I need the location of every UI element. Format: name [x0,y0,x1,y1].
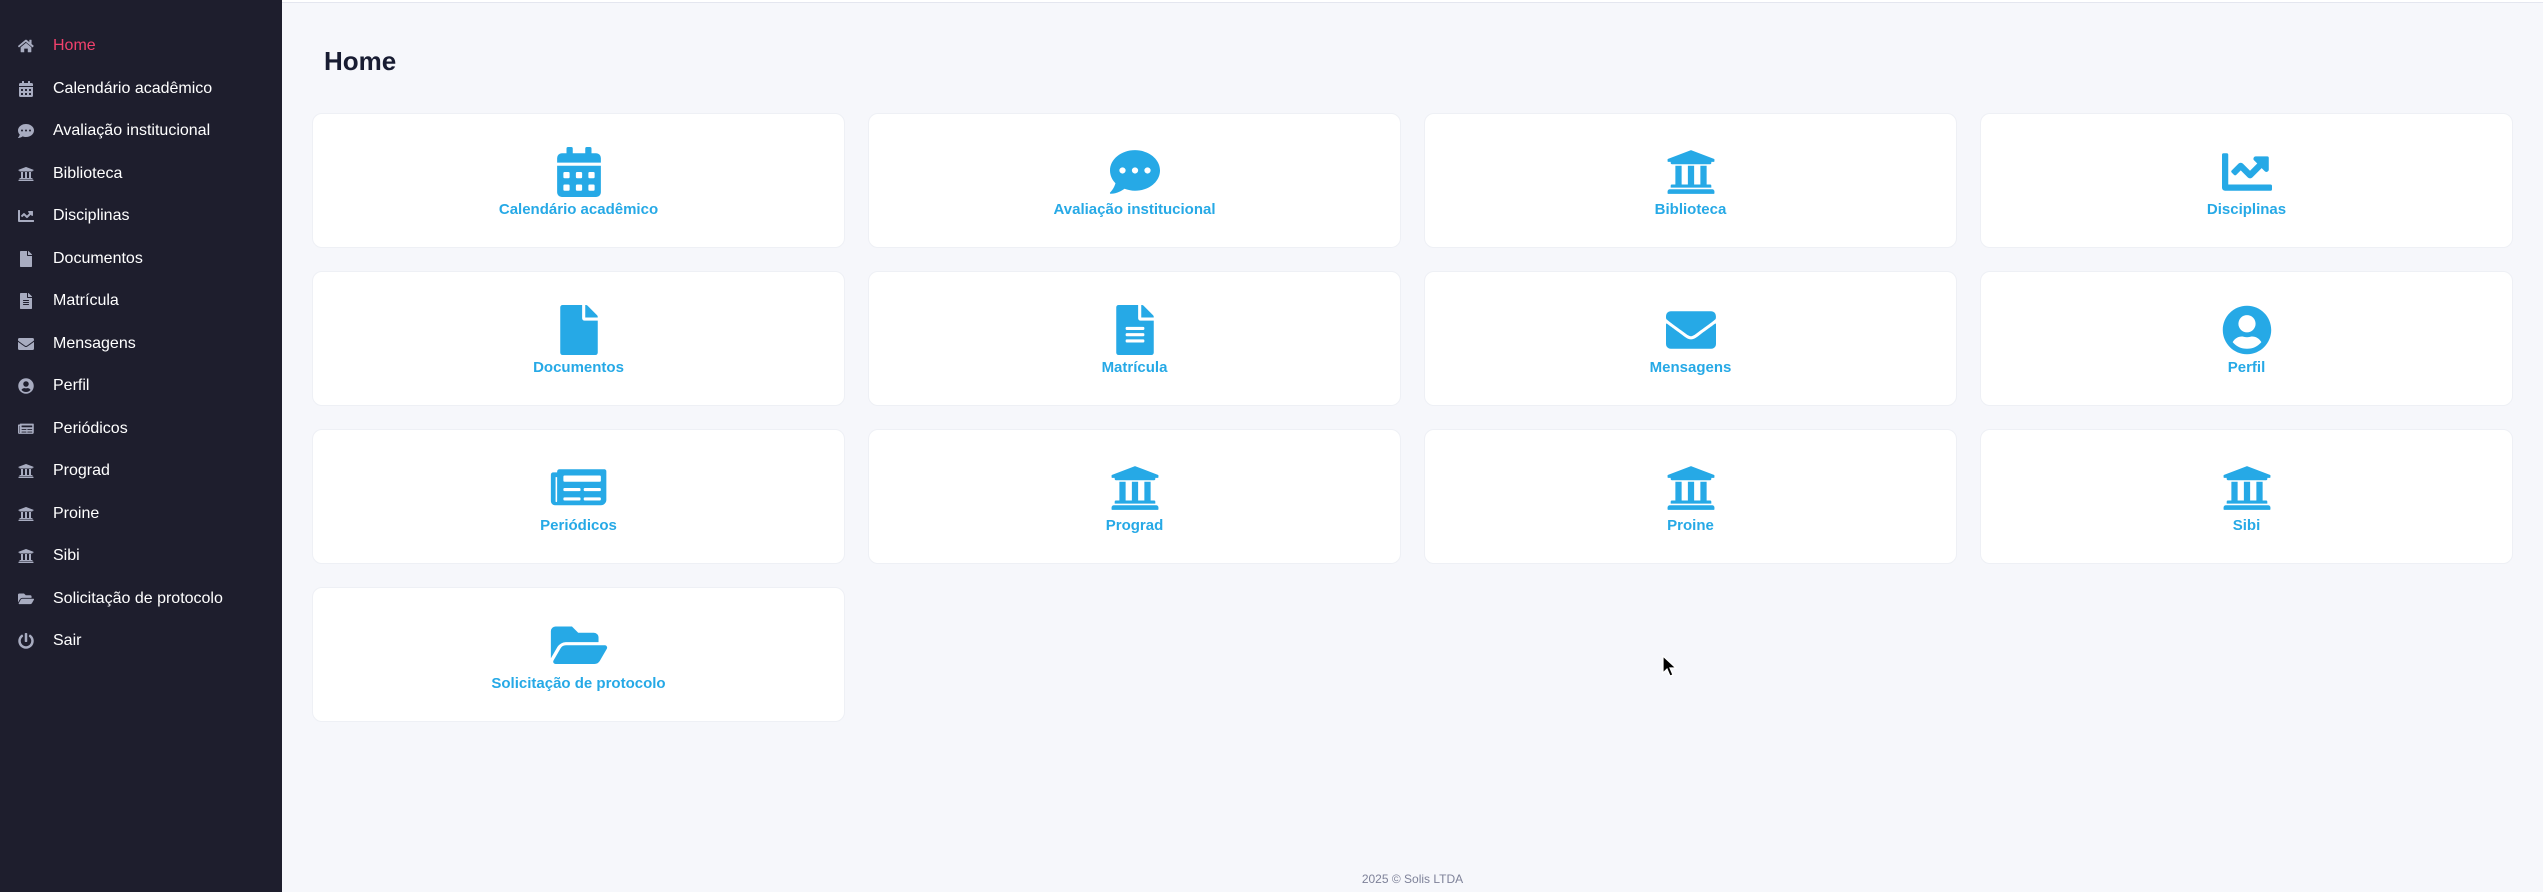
sidebar-item-label: Avaliação institucional [53,122,211,140]
home-icon [17,37,35,55]
shortcut-grid: Calendário acadêmico Avaliação institucio… [312,113,2513,722]
card-label: Matrícula [1101,359,1168,376]
sidebar-item-solicitacao-de-protocolo[interactable]: Solicitação de protocolo [0,578,282,621]
file-icon [550,305,608,355]
shortcut-card-biblioteca[interactable]: Biblioteca [1424,113,1957,248]
chart-line-icon [17,207,35,225]
sidebar-item-matricula[interactable]: Matrícula [0,280,282,323]
envelope-icon [17,335,35,353]
mouse-cursor-icon [1662,655,1678,677]
envelope-icon [1662,305,1720,355]
card-label: Solicitação de protocolo [491,675,666,692]
shortcut-card-periodicos[interactable]: Periódicos [312,429,845,564]
sidebar-item-label: Calendário acadêmico [53,79,213,97]
sidebar-item-label: Perfil [53,377,90,395]
card-label: Proine [1667,517,1714,534]
comments-icon [1106,147,1164,197]
shortcut-card-proine[interactable]: Proine [1424,429,1957,564]
sidebar-item-prograd[interactable]: Prograd [0,450,282,493]
sidebar-item-label: Solicitação de protocolo [53,589,223,607]
sidebar-item-home[interactable]: Home [0,25,282,68]
sidebar-item-perfil[interactable]: Perfil [0,365,282,408]
sidebar-item-documentos[interactable]: Documentos [0,238,282,281]
sidebar-item-disciplinas[interactable]: Disciplinas [0,195,282,238]
sidebar-item-label: Periódicos [53,419,128,437]
file-icon [17,250,35,268]
sidebar-item-label: Documentos [53,249,143,267]
card-label: Mensagens [1649,359,1732,376]
sidebar-item-label: Prograd [53,462,110,480]
shortcut-card-calendario-academico[interactable]: Calendário acadêmico [312,113,845,248]
shortcut-card-avaliacao-institucional[interactable]: Avaliação institucional [868,113,1401,248]
comments-icon [17,122,35,140]
card-label: Biblioteca [1654,201,1727,218]
bank-icon [17,547,35,565]
sidebar-item-label: Home [53,37,96,55]
calendar-icon [550,147,608,197]
shortcut-card-sibi[interactable]: Sibi [1980,429,2513,564]
power-icon [17,632,35,650]
sidebar-item-label: Mensagens [53,334,136,352]
newspaper-icon [550,463,608,513]
chart-line-icon [2218,147,2276,197]
bank-icon [1662,463,1720,513]
folder-open-icon [550,621,608,671]
sidebar-item-label: Proine [53,504,100,522]
bank-icon [17,462,35,480]
shortcut-card-disciplinas[interactable]: Disciplinas [1980,113,2513,248]
shortcut-card-perfil[interactable]: Perfil [1980,271,2513,406]
sidebar-item-avaliacao-institucional[interactable]: Avaliação institucional [0,110,282,153]
user-circle-icon [2218,305,2276,355]
bank-icon [17,505,35,523]
sidebar-item-periodicos[interactable]: Periódicos [0,408,282,451]
sidebar-item-proine[interactable]: Proine [0,493,282,536]
shortcut-card-matricula[interactable]: Matrícula [868,271,1401,406]
file-alt-icon [1106,305,1164,355]
file-alt-icon [17,292,35,310]
card-label: Periódicos [540,517,617,534]
shortcut-card-prograd[interactable]: Prograd [868,429,1401,564]
sidebar-item-label: Sair [53,632,82,650]
main-content: Home Calendário acadêmico Avaliação insti… [282,0,2543,892]
shortcut-card-mensagens[interactable]: Mensagens [1424,271,1957,406]
shortcut-card-documentos[interactable]: Documentos [312,271,845,406]
sidebar-item-label: Matrícula [53,292,119,310]
card-label: Prograd [1105,517,1164,534]
sidebar-item-mensagens[interactable]: Mensagens [0,323,282,366]
card-label: Sibi [2232,517,2261,534]
top-bar [282,0,2543,3]
card-label: Avaliação institucional [1053,201,1216,218]
card-label: Perfil [2227,359,2266,376]
bank-icon [2218,463,2276,513]
sidebar-item-calendario-academico[interactable]: Calendário acadêmico [0,68,282,111]
footer: 2025 © Solis LTDA [1361,872,1464,886]
sidebar-item-label: Biblioteca [53,164,123,182]
newspaper-icon [17,420,35,438]
sidebar: Home Calendário acadêmico Avaliação instit… [0,0,282,892]
sidebar-nav: Home Calendário acadêmico Avaliação instit… [0,25,282,663]
bank-icon [1662,147,1720,197]
sidebar-item-biblioteca[interactable]: Biblioteca [0,153,282,196]
sidebar-item-label: Sibi [53,547,80,565]
folder-open-icon [17,590,35,608]
bank-icon [1106,463,1164,513]
card-label: Calendário acadêmico [498,201,659,218]
bank-icon [17,165,35,183]
shortcut-card-solicitacao-de-protocolo[interactable]: Solicitação de protocolo [312,587,845,722]
card-label: Disciplinas [2206,201,2287,218]
sidebar-item-sair[interactable]: Sair [0,620,282,663]
sidebar-item-label: Disciplinas [53,207,130,225]
user-circle-icon [17,377,35,395]
calendar-icon [17,80,35,98]
sidebar-item-sibi[interactable]: Sibi [0,535,282,578]
card-label: Documentos [533,359,624,376]
page-title: Home [324,46,397,76]
